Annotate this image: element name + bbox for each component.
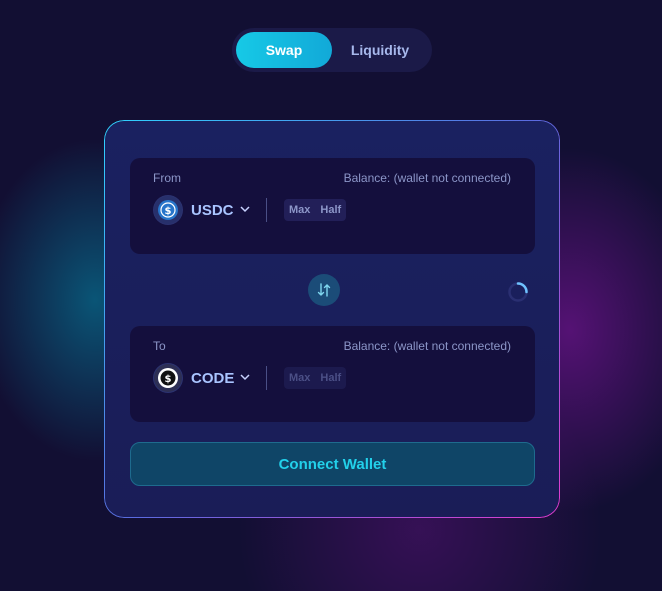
from-half-button[interactable]: Half: [315, 199, 346, 221]
from-token-selector[interactable]: $ USDC: [153, 194, 250, 226]
from-label: From: [153, 171, 181, 185]
tab-liquidity[interactable]: Liquidity: [332, 32, 428, 68]
svg-text:$: $: [165, 374, 172, 385]
from-percentage-buttons: Max Half: [284, 199, 347, 221]
usdc-icon: $: [153, 195, 183, 225]
from-token-symbol: USDC: [191, 201, 234, 219]
to-label: To: [153, 339, 166, 353]
loading-spinner-icon: [507, 281, 529, 303]
chevron-down-icon: [239, 204, 250, 216]
tab-bar: Swap Liquidity: [232, 28, 432, 72]
chevron-down-icon: [240, 372, 250, 384]
to-percentage-buttons: Max Half: [284, 367, 347, 389]
to-panel: To Balance: (wallet not connected) $ COD…: [130, 326, 535, 422]
code-icon: $: [153, 363, 183, 393]
swap-card: From Balance: (wallet not connected) $ U…: [104, 120, 560, 518]
to-half-button[interactable]: Half: [315, 367, 346, 389]
to-token-symbol: CODE: [191, 369, 235, 387]
svg-text:$: $: [165, 206, 172, 217]
from-max-button[interactable]: Max: [284, 199, 315, 221]
switch-direction-button[interactable]: [308, 274, 340, 306]
tab-swap[interactable]: Swap: [236, 32, 332, 68]
divider: [266, 198, 267, 222]
swap-arrows-icon: [317, 283, 331, 297]
to-token-selector[interactable]: $ CODE: [153, 362, 250, 394]
from-panel: From Balance: (wallet not connected) $ U…: [130, 158, 535, 254]
divider: [266, 366, 267, 390]
to-max-button[interactable]: Max: [284, 367, 315, 389]
to-balance: Balance: (wallet not connected): [343, 339, 511, 353]
from-balance: Balance: (wallet not connected): [343, 171, 511, 185]
connect-wallet-button[interactable]: Connect Wallet: [130, 442, 535, 486]
